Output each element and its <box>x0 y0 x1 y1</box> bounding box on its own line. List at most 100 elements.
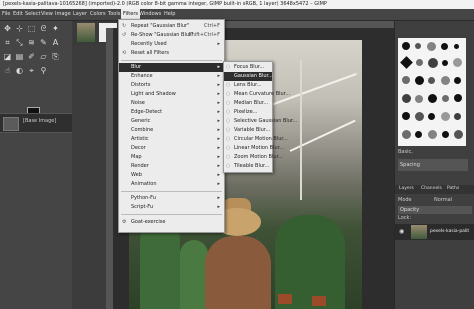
move-tool-icon[interactable]: ✥ <box>2 23 13 34</box>
paths-tool-icon[interactable]: ✎ <box>38 37 49 48</box>
menu-item-enhance[interactable]: Enhance ▸ <box>119 72 224 81</box>
menu-item-animation[interactable]: Animation ▸ <box>119 180 224 189</box>
brush-preset[interactable] <box>427 42 436 51</box>
menu-item-recently-used[interactable]: Recently Used ▸ <box>119 40 224 49</box>
image-tab[interactable]: [Base Image] <box>0 113 72 133</box>
tab-channels[interactable]: Channels <box>421 186 442 191</box>
menu-item-reset-filters[interactable]: ⟲ Reset all Filters <box>119 49 224 58</box>
mode-row[interactable]: Mode Normal <box>398 197 472 205</box>
unified-transform-icon[interactable]: ⤡ <box>14 37 25 48</box>
text-tool-icon[interactable]: A <box>50 37 61 48</box>
menu-item-web[interactable]: Web ▸ <box>119 171 224 180</box>
paintbrush-icon[interactable]: ✐ <box>26 51 37 62</box>
smudge-tool-icon[interactable]: ☝ <box>2 65 13 76</box>
brush-preset[interactable] <box>402 130 411 139</box>
menu-edit[interactable]: Edit <box>13 9 23 20</box>
submenu-item-tileable-blur[interactable]: ◌ Tileable Blur... <box>224 162 272 171</box>
menu-item-python-fu[interactable]: Python-Fu ▸ <box>119 194 224 203</box>
menu-item-distorts[interactable]: Distorts ▸ <box>119 81 224 90</box>
submenu-item-circular-motion-blur[interactable]: ◌ Circular Motion Blur... <box>224 135 288 144</box>
submenu-item-zoom-motion-blur[interactable]: ◌ Zoom Motion Blur... <box>224 153 283 162</box>
submenu-item-mean-curvature-blur[interactable]: ◌ Mean Curvature Blur... <box>224 90 290 99</box>
layer-name[interactable]: pexels-kasia-palit <box>430 229 469 234</box>
brush-preset[interactable] <box>415 43 421 49</box>
menu-item-generic[interactable]: Generic ▸ <box>119 117 224 126</box>
menu-item-goat-exercise[interactable]: ⚙ Goat-exercise <box>119 218 224 227</box>
menu-item-render[interactable]: Render ▸ <box>119 162 224 171</box>
menu-item-script-fu[interactable]: Script-Fu ▸ <box>119 203 224 212</box>
align-tool-icon[interactable]: ⊹ <box>14 23 25 34</box>
menu-colors[interactable]: Colors <box>90 9 106 20</box>
brush-preset[interactable] <box>428 130 437 139</box>
menu-select[interactable]: Select <box>25 9 40 20</box>
eraser-icon[interactable]: ▱ <box>38 51 49 62</box>
brush-preset[interactable] <box>441 112 450 121</box>
zoom-tool-icon[interactable]: ⚲ <box>38 65 49 76</box>
crop-tool-icon[interactable]: ⌗ <box>2 37 13 48</box>
menu-item-decor[interactable]: Decor ▸ <box>119 144 224 153</box>
brush-preset[interactable] <box>416 59 423 66</box>
eye-icon[interactable]: ◉ <box>399 228 404 235</box>
brushes-grid[interactable] <box>398 38 466 146</box>
layer-row[interactable]: ◉ pexels-kasia-palit <box>395 224 474 240</box>
brush-preset[interactable] <box>402 112 410 120</box>
fuzzy-select-icon[interactable]: ✦ <box>50 23 61 34</box>
menu-item-edge-detect[interactable]: Edge-Detect ▸ <box>119 108 224 117</box>
submenu-item-pixelize[interactable]: ◌ Pixelize... <box>224 108 272 117</box>
gradient-tool-icon[interactable]: ▤ <box>14 51 25 62</box>
menu-item-reshow[interactable]: ↺ Re-Show "Gaussian Blur" Shift+Ctrl+F <box>119 31 224 40</box>
free-select-icon[interactable]: ᘓ <box>38 23 49 34</box>
brush-preset[interactable] <box>454 94 462 102</box>
brush-preset[interactable] <box>402 94 411 103</box>
color-picker-icon[interactable]: ⌖ <box>26 65 37 76</box>
submenu-item-gaussian-blur[interactable]: ◌ Gaussian Blur... <box>224 72 273 81</box>
brush-preset[interactable] <box>454 130 463 139</box>
menu-item-artistic[interactable]: Artistic ▸ <box>119 135 224 144</box>
bucket-fill-icon[interactable]: ◪ <box>2 51 13 62</box>
menu-item-noise[interactable]: Noise ▸ <box>119 99 224 108</box>
warp-tool-icon[interactable]: ≋ <box>26 37 37 48</box>
brush-preset[interactable] <box>400 56 413 69</box>
menu-layer[interactable]: Layer <box>73 9 87 20</box>
brush-preset[interactable] <box>402 76 410 84</box>
brush-preset[interactable] <box>415 131 422 138</box>
menu-image[interactable]: Image <box>55 9 71 20</box>
rect-select-icon[interactable]: ⬚ <box>26 23 37 34</box>
mode-select[interactable]: Normal <box>434 197 452 203</box>
brush-preset[interactable] <box>428 113 435 120</box>
menu-item-repeat[interactable]: ↻ Repeat "Gaussian Blur" Ctrl+F <box>119 22 224 31</box>
submenu-item-variable-blur[interactable]: ◌ Variable Blur... <box>224 126 272 135</box>
menu-item-light-shadow[interactable]: Light and Shadow ▸ <box>119 90 224 99</box>
spacing-slider[interactable]: Spacing <box>398 159 468 171</box>
opacity-slider[interactable]: Opacity <box>398 206 472 214</box>
submenu-item-selective-gaussian-blur[interactable]: ◌ Selective Gaussian Blur... <box>224 117 297 126</box>
submenu-item-lens-blur[interactable]: ◌ Lens Blur... <box>224 81 272 90</box>
brush-preset[interactable] <box>442 131 449 138</box>
brush-preset[interactable] <box>441 43 448 50</box>
brush-preset[interactable] <box>402 42 410 50</box>
brush-preset[interactable] <box>454 44 459 49</box>
submenu-item-focus-blur[interactable]: ◌ Focus Blur... <box>224 63 272 72</box>
brush-preset[interactable] <box>442 60 448 66</box>
brush-preset[interactable] <box>453 58 462 67</box>
menu-item-combine[interactable]: Combine ▸ <box>119 126 224 135</box>
brush-preset[interactable] <box>415 112 424 121</box>
brush-preset[interactable] <box>454 113 461 120</box>
brush-preset[interactable] <box>428 94 437 103</box>
brush-preset[interactable] <box>428 77 435 84</box>
menu-item-blur[interactable]: Blur ▸ <box>119 63 224 72</box>
brush-preset[interactable] <box>428 58 438 68</box>
tab-layers[interactable]: Layers <box>399 186 414 191</box>
menu-file[interactable]: File <box>2 9 10 20</box>
brush-preset[interactable] <box>415 76 424 85</box>
image-thumbnail[interactable] <box>77 23 95 42</box>
dodge-tool-icon[interactable]: ◐ <box>14 65 25 76</box>
clone-tool-icon[interactable]: ⎘ <box>50 51 61 62</box>
brush-preset[interactable] <box>441 76 450 85</box>
submenu-item-median-blur[interactable]: ◌ Median Blur... <box>224 99 272 108</box>
menu-view[interactable]: View <box>41 9 53 20</box>
brush-preset[interactable] <box>454 77 461 84</box>
brush-preset[interactable] <box>442 95 449 102</box>
submenu-item-linear-motion-blur[interactable]: ◌ Linear Motion Blur... <box>224 144 284 153</box>
brush-preset[interactable] <box>415 95 423 103</box>
